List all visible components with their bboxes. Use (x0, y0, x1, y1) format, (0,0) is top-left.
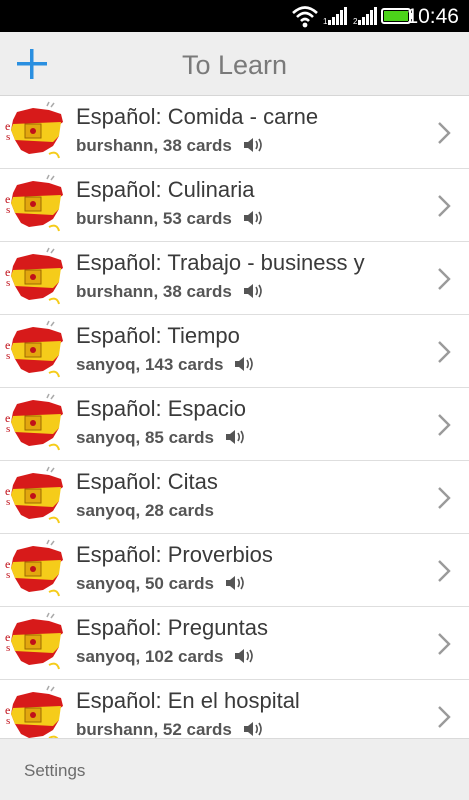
chevron-right-icon (438, 706, 451, 728)
deck-title: Español: Citas (76, 469, 218, 494)
spain-map-icon: e s (5, 539, 63, 597)
chevron-right-icon (438, 633, 451, 655)
chevron-right-icon (438, 414, 451, 436)
speaker-icon (225, 576, 244, 590)
svg-text:1: 1 (323, 17, 328, 26)
deck-meta: burshann, 38 cards (76, 136, 232, 155)
deck-meta: sanyoq, 28 cards (76, 501, 214, 520)
deck-title: Español: Trabajo - business y (76, 250, 365, 275)
deck-subtitle: burshann, 38 cards (76, 282, 265, 302)
deck-meta: sanyoq, 50 cards (76, 574, 214, 593)
deck-row[interactable]: e s Español: Trabajo - business y bursha… (0, 242, 469, 315)
page-title: To Learn (181, 50, 288, 80)
svg-text:s: s (6, 569, 10, 581)
deck-meta: burshann, 38 cards (76, 282, 232, 301)
svg-text:s: s (6, 131, 10, 143)
spain-map-icon: e s (5, 101, 63, 159)
speaker-icon (243, 722, 262, 736)
deck-title: Español: En el hospital (76, 688, 300, 713)
spain-map-icon: e s (5, 174, 63, 232)
spain-map-icon: e s (5, 247, 63, 305)
speaker-icon (225, 430, 244, 444)
deck-subtitle: burshann, 53 cards (76, 209, 265, 229)
svg-text:s: s (6, 496, 10, 508)
spain-map-icon: e s (5, 466, 63, 524)
speaker-icon (243, 138, 262, 152)
deck-row[interactable]: e s Español: Espacio sanyoq, 85 cards (0, 388, 469, 461)
chevron-right-icon (438, 560, 451, 582)
spain-map-icon: e s (5, 612, 63, 670)
spain-map-icon: e s (5, 320, 63, 378)
deck-subtitle: sanyoq, 143 cards (76, 355, 256, 375)
deck-subtitle: sanyoq, 28 cards (76, 501, 214, 521)
deck-title: Español: Proverbios (76, 542, 273, 567)
speaker-icon (243, 211, 262, 225)
chevron-right-icon (438, 341, 451, 363)
deck-meta: sanyoq, 143 cards (76, 355, 224, 374)
deck-row[interactable]: e s Español: En el hospital burshann, 52… (0, 680, 469, 738)
svg-text:s: s (6, 204, 10, 216)
svg-text:s: s (6, 350, 10, 362)
wifi-icon (292, 6, 318, 28)
speaker-icon (243, 284, 262, 298)
deck-title: Español: Preguntas (76, 615, 269, 640)
status-bar: 1 2 10:46 (0, 0, 469, 32)
speaker-icon (235, 357, 253, 371)
chevron-right-icon (438, 195, 451, 217)
deck-row[interactable]: e s Español: Comida - carne burshann, 38… (0, 96, 469, 169)
deck-row[interactable]: e s Español: Preguntas sanyoq, 102 cards (0, 607, 469, 680)
deck-subtitle: sanyoq, 102 cards (76, 647, 256, 667)
deck-title: Español: Tiempo (76, 323, 240, 348)
chevron-right-icon (438, 268, 451, 290)
deck-title: Español: Espacio (76, 396, 246, 421)
deck-subtitle: sanyoq, 50 cards (76, 574, 247, 594)
svg-text:s: s (6, 715, 10, 727)
deck-list[interactable]: e s Español: Comida - carne burshann, 38… (0, 96, 469, 738)
deck-title: Español: Comida - carne (76, 104, 319, 129)
svg-text:2: 2 (353, 17, 358, 26)
deck-row[interactable]: e s Español: Tiempo sanyoq, 143 cards (0, 315, 469, 388)
deck-subtitle: sanyoq, 85 cards (76, 428, 247, 448)
speaker-icon (235, 649, 253, 663)
deck-subtitle: burshann, 52 cards (76, 720, 265, 738)
deck-row[interactable]: e s Español: Citas sanyoq, 28 cards (0, 461, 469, 534)
deck-meta: sanyoq, 85 cards (76, 428, 214, 447)
deck-meta: burshann, 52 cards (76, 720, 232, 738)
settings-button[interactable]: Settings (24, 761, 85, 781)
deck-meta: sanyoq, 102 cards (76, 647, 224, 666)
deck-subtitle: burshann, 38 cards (76, 136, 265, 156)
deck-row[interactable]: e s Español: Proverbios sanyoq, 50 cards (0, 534, 469, 607)
chevron-right-icon (438, 487, 451, 509)
deck-title: Español: Culinaria (76, 177, 255, 202)
action-bar: To Learn (0, 32, 469, 96)
bottom-bar: Settings (0, 738, 469, 800)
svg-text:s: s (6, 277, 10, 289)
spain-map-icon: e s (5, 393, 63, 451)
signal-2g-icon: 2 (353, 7, 377, 26)
status-time: 10:46 (406, 5, 459, 28)
deck-row[interactable]: e s Español: Culinaria burshann, 53 card… (0, 169, 469, 242)
spain-map-icon: e s (5, 685, 63, 738)
chevron-right-icon (438, 122, 451, 144)
svg-text:s: s (6, 642, 10, 654)
deck-meta: burshann, 53 cards (76, 209, 232, 228)
signal-icon: 1 (323, 7, 347, 26)
svg-text:s: s (6, 423, 10, 435)
